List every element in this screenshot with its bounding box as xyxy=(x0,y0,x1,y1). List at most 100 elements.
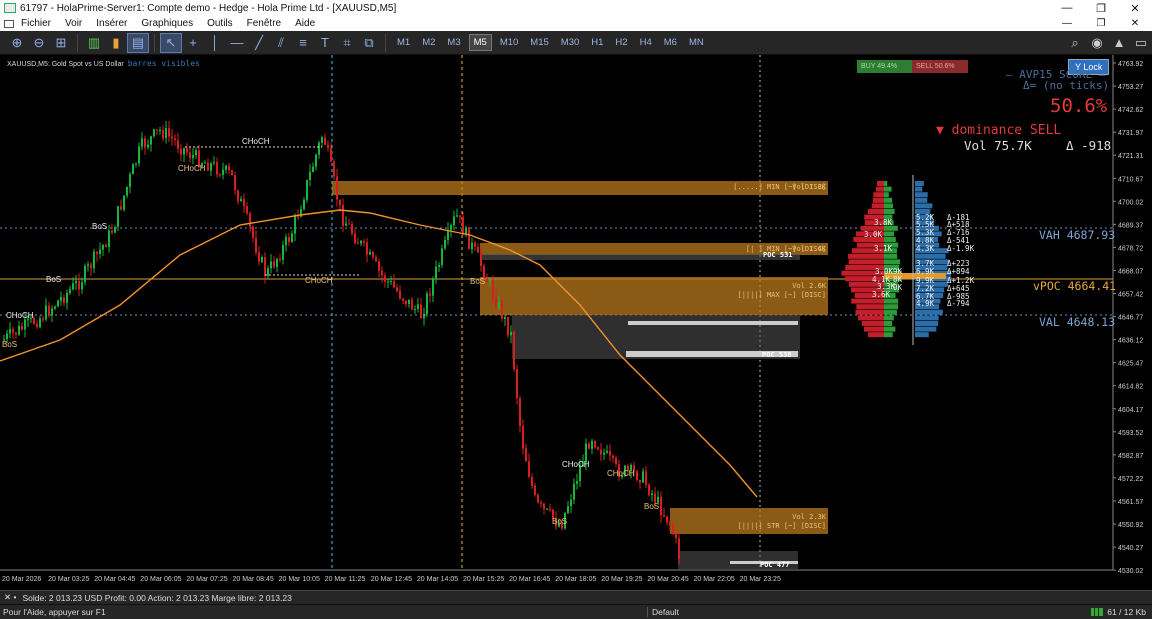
zoom-out-icon[interactable]: ⊖ xyxy=(28,33,50,53)
menu-voir[interactable]: Voir xyxy=(58,18,89,29)
candle-body xyxy=(294,216,296,234)
candle-body xyxy=(63,297,65,304)
cursor-icon[interactable]: ↖ xyxy=(160,32,182,53)
tf-m1[interactable]: M1 xyxy=(393,35,414,50)
crosshair-icon[interactable]: + xyxy=(182,33,204,53)
tf-m6[interactable]: M6 xyxy=(660,35,681,50)
status-bar: Pour l'Aide, appuyer sur F1 Default 61 /… xyxy=(0,604,1152,619)
candle-body xyxy=(576,481,578,484)
live-icon[interactable]: ▲ xyxy=(1108,33,1130,53)
candle-body xyxy=(462,217,464,235)
text-icon[interactable]: T xyxy=(314,33,336,53)
chart-area[interactable]: 4763.92 4753.27 4742.62 4731.97 4721.31 4710.… xyxy=(0,55,1152,590)
equidistant-icon[interactable]: ≡ xyxy=(292,33,314,53)
zoom-in-icon[interactable]: ⊕ xyxy=(6,33,28,53)
candle-body xyxy=(477,246,479,253)
menu-fenetre[interactable]: Fenêtre xyxy=(240,18,288,29)
fullscreen-icon[interactable]: ▭ xyxy=(1130,33,1152,53)
volume-label: Vol 75.7K xyxy=(964,138,1032,153)
menu-inserer[interactable]: Insérer xyxy=(89,18,134,29)
candle-body xyxy=(459,215,461,218)
candle-body xyxy=(120,206,122,210)
poc-label: POC 477 xyxy=(760,561,790,569)
fibonacci-icon[interactable]: ⌗ xyxy=(336,33,358,53)
candle-body xyxy=(297,216,299,218)
profile-sell-bar xyxy=(875,186,884,192)
account-icon[interactable]: ◉ xyxy=(1086,33,1108,53)
candle-body xyxy=(528,461,530,477)
tf-h1[interactable]: H1 xyxy=(587,35,607,50)
dominance-label: ▼ dominance SELL xyxy=(936,123,1062,138)
tf-m10[interactable]: M10 xyxy=(496,35,522,50)
candle-body xyxy=(456,215,458,217)
candle-body xyxy=(606,450,608,453)
candle-body xyxy=(75,280,77,284)
structure-label: BoS xyxy=(644,502,659,511)
sell-percent-button[interactable]: SELL 50.6% xyxy=(912,60,968,73)
time-tick-label: 20 Mar 19:25 xyxy=(601,576,642,583)
candle-body xyxy=(390,281,392,283)
candle-body xyxy=(102,245,104,250)
shapes-icon[interactable]: ⧉ xyxy=(358,33,380,53)
profile-sell-bar xyxy=(848,259,884,265)
menu-outils[interactable]: Outils xyxy=(200,18,240,29)
profile-delta-bar xyxy=(915,326,937,332)
candle-body xyxy=(150,136,152,145)
close-button[interactable]: ✕ xyxy=(1118,2,1152,15)
tf-m15[interactable]: M15 xyxy=(526,35,552,50)
horizontal-line-icon[interactable]: — xyxy=(226,33,248,53)
price-tick-label: 4604.17 xyxy=(1118,407,1143,414)
trendline-icon[interactable]: ╱ xyxy=(248,33,270,53)
tf-m5[interactable]: M5 xyxy=(468,34,492,51)
candle-body xyxy=(573,483,575,500)
tf-m2[interactable]: M2 xyxy=(418,35,439,50)
minimize-button[interactable]: — xyxy=(1050,2,1084,15)
profile-buy-bar xyxy=(884,197,893,203)
time-tick-label: 20 Mar 15:25 xyxy=(463,576,504,583)
candle-body xyxy=(645,471,647,485)
vertical-line-icon[interactable]: │ xyxy=(204,33,226,53)
profile-sell-bar xyxy=(851,298,884,304)
candle-body xyxy=(414,308,416,310)
price-tick-label: 4731.97 xyxy=(1118,130,1143,137)
candle-body xyxy=(6,333,8,340)
candle-body xyxy=(366,242,368,255)
buy-percent-button[interactable]: BUY 49.4% xyxy=(857,60,912,73)
search-icon[interactable]: ⌕ xyxy=(1064,33,1086,53)
candlestick-icon[interactable]: ▮ xyxy=(105,33,127,53)
candle-body xyxy=(195,150,197,156)
account-summary: Solde: 2 013.23 USD Profit: 0.00 Action:… xyxy=(22,592,292,603)
child-restore-button[interactable]: ❐ xyxy=(1084,18,1118,29)
tf-h2[interactable]: H2 xyxy=(611,35,631,50)
candle-body xyxy=(39,318,41,328)
profile-delta-bar xyxy=(915,332,929,338)
menu-fichier[interactable]: Fichier xyxy=(14,18,58,29)
candle-body xyxy=(333,161,335,177)
profile-buy-bar xyxy=(884,321,893,326)
candle-body xyxy=(339,199,341,206)
tf-h4[interactable]: H4 xyxy=(636,35,656,50)
tile-windows-icon[interactable]: ⊞ xyxy=(50,33,72,53)
status-menu-icon[interactable]: ✕ • xyxy=(4,592,16,603)
candle-body xyxy=(84,266,86,283)
tf-m3[interactable]: M3 xyxy=(443,35,464,50)
tf-m30[interactable]: M30 xyxy=(557,35,583,50)
candle-body xyxy=(369,251,371,255)
menu-graphiques[interactable]: Graphiques xyxy=(134,18,200,29)
menu-aide[interactable]: Aide xyxy=(288,18,322,29)
tf-mn[interactable]: MN xyxy=(685,35,708,50)
maximize-button[interactable]: ❐ xyxy=(1084,2,1118,15)
candle-body xyxy=(21,326,23,330)
channel-icon[interactable]: ⫽ xyxy=(270,33,292,53)
zone-volume-label: Vol 2.3K xyxy=(792,513,827,521)
child-minimize-button[interactable]: — xyxy=(1050,18,1084,29)
candle-body xyxy=(381,270,383,276)
candle-body xyxy=(393,281,395,288)
price-tick-label: 4625.47 xyxy=(1118,361,1143,368)
bar-chart-icon[interactable]: ▥ xyxy=(83,33,105,53)
candle-body xyxy=(108,230,110,248)
candle-body xyxy=(246,206,248,214)
line-chart-icon[interactable]: ▤ xyxy=(127,32,149,53)
child-close-button[interactable]: ✕ xyxy=(1118,18,1152,29)
system-menu-icon[interactable] xyxy=(4,19,14,28)
